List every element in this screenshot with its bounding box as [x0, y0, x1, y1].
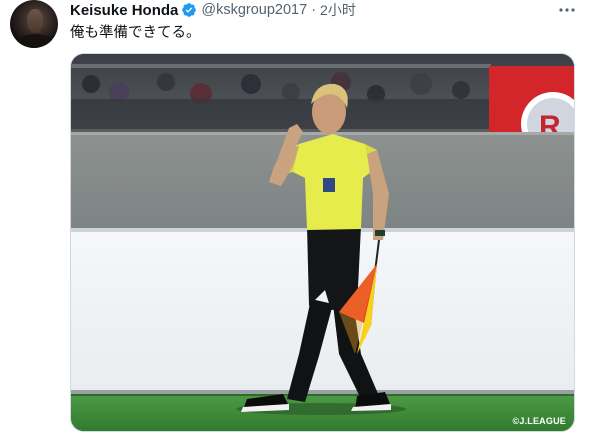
tweet-text: 俺も準備できてる。: [70, 25, 201, 41]
railing: [71, 64, 491, 68]
photo-credit: ©J.LEAGUE: [512, 416, 566, 426]
tweet[interactable]: Keisuke Honda @kskgroup2017 · 2小时 俺も準備でき…: [0, 0, 590, 438]
more-horizontal-icon: [559, 8, 575, 12]
referee-photo: R: [71, 54, 574, 431]
avatar-face: [27, 9, 43, 33]
avatar[interactable]: [10, 0, 58, 48]
tweet-header: Keisuke Honda @kskgroup2017 · 2小时: [70, 1, 356, 19]
verified-badge-icon: [181, 2, 197, 18]
tweet-media-photo[interactable]: R ©J.LEAGUE: [70, 53, 575, 432]
avatar-shoulder: [16, 34, 54, 48]
more-options-button[interactable]: [556, 1, 578, 19]
separator-dot: ·: [311, 2, 317, 18]
timestamp[interactable]: 2小时: [320, 0, 356, 20]
author-handle[interactable]: @kskgroup2017: [201, 2, 307, 18]
author-name[interactable]: Keisuke Honda: [70, 2, 178, 19]
